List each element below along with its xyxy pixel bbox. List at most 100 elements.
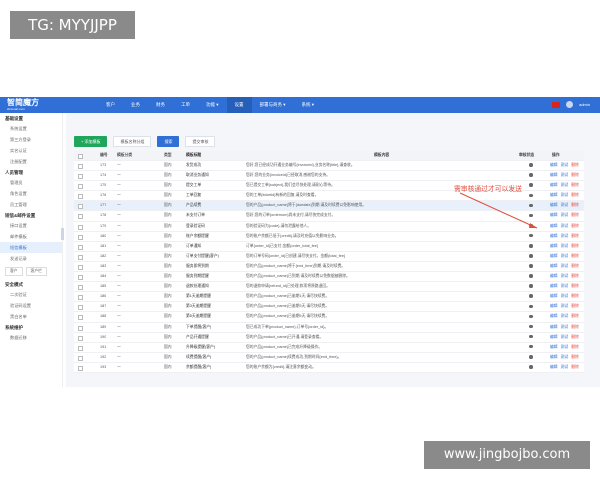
test-link[interactable]: 测试 — [561, 193, 569, 197]
row-checkbox[interactable] — [78, 365, 83, 371]
edit-link[interactable]: 编辑 — [550, 345, 558, 349]
test-link[interactable]: 测试 — [561, 294, 569, 298]
sidebar-item[interactable]: 邮件模板 — [0, 231, 62, 242]
delete-link[interactable]: 删除 — [571, 304, 579, 308]
delete-link[interactable]: 删除 — [571, 335, 579, 339]
row-checkbox[interactable] — [78, 174, 83, 180]
table-row[interactable]: 186 一 国内 第1天逾期提醒 您的产品{product_name}已逾期1天,请尽快… — [74, 292, 584, 303]
row-checkbox[interactable] — [78, 244, 83, 250]
delete-link[interactable]: 删除 — [571, 284, 579, 288]
table-row[interactable]: 189 一 国内 下单提醒(客户) 您已成功下单{product_name},订单号{o… — [74, 323, 584, 333]
sidebar-tab[interactable]: 客户栏 — [25, 267, 47, 276]
test-link[interactable]: 测试 — [561, 224, 569, 228]
row-checkbox[interactable] — [78, 305, 83, 311]
test-link[interactable]: 测试 — [561, 213, 569, 217]
delete-link[interactable]: 删除 — [571, 193, 579, 197]
sidebar-item[interactable]: 员工管理 — [0, 199, 62, 210]
avatar[interactable] — [566, 101, 574, 108]
group-filter-button[interactable]: 模板名称分组 — [113, 136, 152, 147]
nav-item-6[interactable]: 部署与商务 ▾ — [252, 97, 294, 113]
sidebar-item[interactable]: 角色设置 — [0, 188, 62, 199]
table-row[interactable]: 185 一 国内 退款处理通知 您的退款申请{refund_id}已处理,款项将原路退回… — [74, 282, 584, 293]
delete-link[interactable]: 删除 — [571, 203, 579, 207]
sidebar-item[interactable]: 接口设置 — [0, 220, 62, 231]
nav-item-5[interactable]: 设置 — [226, 97, 252, 113]
flag-icon[interactable] — [552, 101, 561, 108]
submit-review-button[interactable]: 提交审核 — [185, 136, 216, 147]
edit-link[interactable]: 编辑 — [550, 355, 558, 359]
row-checkbox[interactable] — [78, 335, 83, 341]
test-link[interactable]: 测试 — [561, 234, 569, 238]
sidebar-item[interactable]: 黑白名单 — [0, 311, 62, 322]
row-checkbox[interactable] — [78, 295, 83, 301]
table-row[interactable]: 178 一 国内 未支付订单 您好,您的订单{ordernum}尚未支付,请尽快完成支付… — [74, 211, 584, 222]
row-checkbox[interactable] — [78, 224, 83, 230]
test-link[interactable]: 测试 — [561, 345, 569, 349]
test-link[interactable]: 测试 — [561, 335, 569, 339]
table-row[interactable]: 184 一 国内 服务到期提醒 您的产品{product_name}已到期,请及时续费以… — [74, 272, 584, 283]
edit-link[interactable]: 编辑 — [550, 284, 558, 288]
row-checkbox[interactable] — [78, 325, 83, 331]
edit-link[interactable]: 编辑 — [550, 183, 558, 187]
sidebar-collapse-handle[interactable] — [61, 228, 64, 240]
test-link[interactable]: 测试 — [561, 284, 569, 288]
edit-link[interactable]: 编辑 — [550, 264, 558, 268]
table-row[interactable]: 179 一 国内 登录验证码 您的验证码为{code},请勿泄露给他人。 编辑 测试 删除 — [74, 222, 584, 232]
edit-link[interactable]: 编辑 — [550, 213, 558, 217]
table-row[interactable]: 182 一 国内 订单支付提醒(客户) 您的订单号码{order_id}已创建,请尽快支… — [74, 252, 584, 262]
sidebar-item[interactable]: 发送记录 — [0, 253, 62, 264]
table-row[interactable]: 181 一 国内 订单通知 订单{order_id}已支付,金额{order_total… — [74, 242, 584, 252]
test-link[interactable]: 测试 — [561, 163, 569, 167]
edit-link[interactable]: 编辑 — [550, 314, 558, 318]
edit-link[interactable]: 编辑 — [550, 274, 558, 278]
edit-link[interactable]: 编辑 — [550, 325, 558, 329]
test-link[interactable]: 测试 — [561, 264, 569, 268]
search-button[interactable]: 搜索 — [157, 136, 180, 147]
logo[interactable]: 智简魔方 idcsmart.com — [7, 99, 39, 112]
delete-link[interactable]: 删除 — [571, 254, 579, 258]
row-checkbox[interactable] — [78, 254, 83, 260]
delete-link[interactable]: 删除 — [571, 325, 579, 329]
delete-link[interactable]: 删除 — [571, 234, 579, 238]
delete-link[interactable]: 删除 — [571, 183, 579, 187]
sidebar-tab[interactable]: 客户 — [5, 267, 23, 276]
row-checkbox[interactable] — [78, 285, 83, 291]
edit-link[interactable]: 编辑 — [550, 173, 558, 177]
row-checkbox[interactable] — [78, 234, 83, 240]
row-checkbox[interactable] — [78, 264, 83, 270]
table-row[interactable]: 193 一 国内 余额提醒(客户) 您的账户余额为{credit},请注意余额变动。 编辑… — [74, 363, 584, 373]
sidebar-item[interactable]: 注册配置 — [0, 156, 62, 167]
sidebar-item[interactable]: 验证码设置 — [0, 300, 62, 311]
nav-item-0[interactable]: 客户 — [98, 97, 123, 113]
table-row[interactable]: 191 一 国内 升降级提醒(客户) 您的产品{product_name}已完成升降级操… — [74, 343, 584, 353]
table-row[interactable]: 188 一 国内 第5天逾期提醒 您的产品{product_name}已逾期5天,请尽快… — [74, 312, 584, 323]
row-checkbox[interactable] — [78, 194, 83, 200]
sidebar-item[interactable]: 第三方登录 — [0, 134, 62, 145]
delete-link[interactable]: 删除 — [571, 224, 579, 228]
sidebar-item[interactable]: 实名认证 — [0, 145, 62, 156]
delete-link[interactable]: 删除 — [571, 163, 579, 167]
nav-item-7[interactable]: 系统 ▾ — [294, 97, 323, 113]
test-link[interactable]: 测试 — [561, 244, 569, 248]
delete-link[interactable]: 删除 — [571, 345, 579, 349]
username[interactable]: admin — [579, 102, 590, 107]
test-link[interactable]: 测试 — [561, 274, 569, 278]
delete-link[interactable]: 删除 — [571, 173, 579, 177]
edit-link[interactable]: 编辑 — [550, 193, 558, 197]
table-row[interactable]: 187 一 国内 第3天逾期提醒 您的产品{product_name}已逾期3天,请尽快… — [74, 302, 584, 313]
delete-link[interactable]: 删除 — [571, 244, 579, 248]
edit-link[interactable]: 编辑 — [550, 304, 558, 308]
delete-link[interactable]: 删除 — [571, 355, 579, 359]
table-row[interactable]: 173 一 国内 发货成功 您好,您已经成功开通业务编号{invoiceid},业务名称… — [74, 161, 584, 172]
test-link[interactable]: 测试 — [561, 314, 569, 318]
edit-link[interactable]: 编辑 — [550, 203, 558, 207]
select-all-checkbox[interactable] — [78, 154, 83, 159]
delete-link[interactable]: 删除 — [571, 365, 579, 369]
delete-link[interactable]: 删除 — [571, 314, 579, 318]
sidebar-item[interactable]: 二次验证 — [0, 289, 62, 300]
sidebar-item[interactable]: 管理员 — [0, 177, 62, 188]
nav-item-3[interactable]: 工单 — [173, 97, 198, 113]
delete-link[interactable]: 删除 — [571, 264, 579, 268]
row-checkbox[interactable] — [78, 345, 83, 351]
test-link[interactable]: 测试 — [561, 304, 569, 308]
